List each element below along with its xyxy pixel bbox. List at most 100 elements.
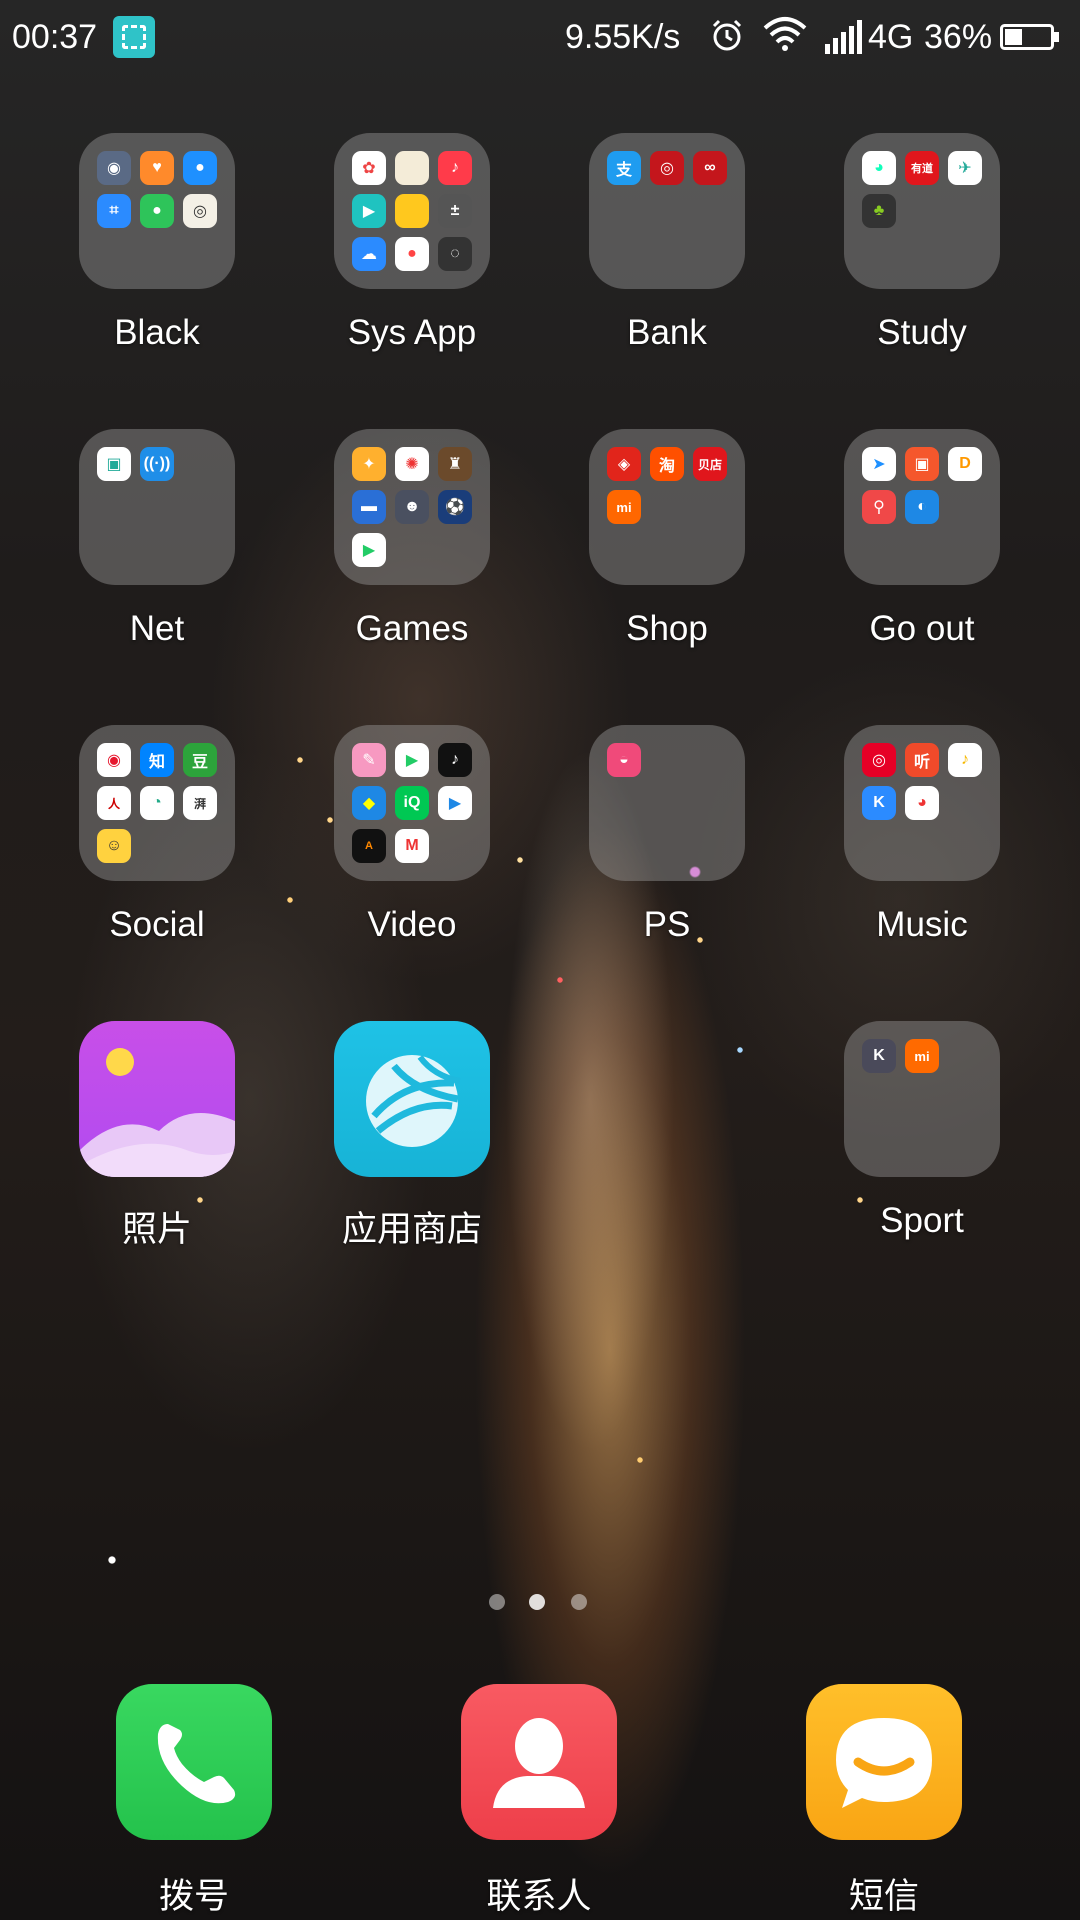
scan-icon: ⌗ bbox=[97, 194, 131, 228]
page-dot-active[interactable] bbox=[529, 1594, 545, 1610]
folder-go-out-preview: ➤ ▣ D ⚲ ◐ bbox=[844, 429, 1000, 585]
folder-music-preview: ◎ 听 ♪ K ◕ bbox=[844, 725, 1000, 881]
folder-bank-preview: 支 ◎ ∞ bbox=[589, 133, 745, 289]
qq-music-icon: ♪ bbox=[948, 743, 982, 777]
folder-games[interactable]: ✦ ✺ ♜ ▬ ☻ ⚽ ▶ Games bbox=[334, 429, 490, 648]
net-app-icon: ▣ bbox=[97, 447, 131, 481]
dock-label: 拨号 bbox=[158, 1877, 229, 1916]
microphone-icon: ● bbox=[140, 194, 174, 228]
folder-go-out[interactable]: ➤ ▣ D ⚲ ◐ Go out bbox=[844, 429, 1000, 648]
bank-icon: ◎ bbox=[650, 151, 684, 185]
folder-label: Games bbox=[355, 609, 469, 648]
folder-social[interactable]: ◉ 知 豆 人 ◔ 湃 ☺ Social bbox=[79, 725, 235, 944]
gamepad-icon: ✦ bbox=[352, 447, 386, 481]
jd-icon: ◈ bbox=[607, 447, 641, 481]
ctrip-icon: ◐ bbox=[905, 490, 939, 524]
gallery-icon: ✿ bbox=[352, 151, 386, 185]
folder-label: Music bbox=[876, 905, 968, 944]
app-label: 应用商店 bbox=[341, 1210, 482, 1249]
folder-video[interactable]: ✎ ▶ ♪ ◆ iQ ▶ A M Video bbox=[334, 725, 490, 944]
dock-phone[interactable]: 拨号 bbox=[116, 1684, 272, 1916]
folder-ps-preview: ◒ bbox=[589, 725, 745, 881]
navigation-icon: ➤ bbox=[862, 447, 896, 481]
folder-sys-app-preview: ✿ ♪ ▶ ± ☁ ● ◌ bbox=[334, 133, 490, 289]
acfun-icon: A bbox=[352, 829, 386, 863]
taobao-icon: 淘 bbox=[650, 447, 684, 481]
folder-icon bbox=[395, 194, 429, 228]
network-type: 4G bbox=[868, 18, 914, 56]
messages-icon bbox=[806, 1684, 962, 1840]
car-game-icon: ▬ bbox=[352, 490, 386, 524]
video-app-icon: M bbox=[395, 829, 429, 863]
ps-app-icon: ◒ bbox=[607, 743, 641, 777]
folder-games-preview: ✦ ✺ ♜ ▬ ☻ ⚽ ▶ bbox=[334, 429, 490, 585]
folder-study[interactable]: ◕ 有道 ✈ ♣ Study bbox=[844, 133, 1000, 352]
page-indicator[interactable] bbox=[489, 1594, 589, 1614]
app-photos[interactable]: 照片 bbox=[79, 1021, 235, 1249]
folder-net[interactable]: ▣ ((·)) Net bbox=[79, 429, 235, 648]
folder-shop-preview: ◈ 淘 贝店 mi bbox=[589, 429, 745, 585]
folder-study-preview: ◕ 有道 ✈ ♣ bbox=[844, 133, 1000, 289]
folder-label: Sys App bbox=[347, 313, 477, 352]
status-bar: 00:37 9.55K/s 4G 36% bbox=[0, 0, 1080, 76]
people-daily-icon: 人 bbox=[97, 786, 131, 820]
signal-icon bbox=[825, 20, 862, 54]
book-icon: ✈ bbox=[948, 151, 982, 185]
youdao-icon: 有道 bbox=[905, 151, 939, 185]
owl-icon: ◕ bbox=[862, 151, 896, 185]
folder-ps[interactable]: ◒ PS bbox=[589, 725, 745, 944]
tencent-video-icon: ▶ bbox=[438, 786, 472, 820]
folder-sport[interactable]: K mi Sport bbox=[844, 1021, 1000, 1240]
folder-label: Black bbox=[114, 313, 200, 352]
camera-icon: ◎ bbox=[183, 194, 217, 228]
hotspot-icon: ((·)) bbox=[140, 447, 174, 481]
map-pin-icon: ● bbox=[183, 151, 217, 185]
weidian-icon: 贝店 bbox=[693, 447, 727, 481]
folder-label: Bank bbox=[627, 313, 707, 352]
screenshot-icon bbox=[113, 16, 155, 58]
game-icon: ♜ bbox=[438, 447, 472, 481]
page-dot[interactable] bbox=[571, 1594, 587, 1610]
fifa-icon: ⚽ bbox=[438, 490, 472, 524]
wifi-icon bbox=[763, 17, 807, 51]
folder-sys-app[interactable]: ✿ ♪ ▶ ± ☁ ● ◌ Sys App bbox=[334, 133, 490, 352]
folder-sport-preview: K mi bbox=[844, 1021, 1000, 1177]
folder-label: Net bbox=[129, 609, 185, 648]
folder-black[interactable]: ◉ ♥ ● ⌗ ● ◎ Black bbox=[79, 133, 235, 352]
folder-net-preview: ▣ ((·)) bbox=[79, 429, 235, 585]
dock-label: 短信 bbox=[848, 1877, 919, 1916]
game-icon: ☺ bbox=[97, 829, 131, 863]
didi-icon: D bbox=[948, 447, 982, 481]
mi-fit-icon: mi bbox=[905, 1039, 939, 1073]
dock-label: 联系人 bbox=[486, 1877, 592, 1916]
heart-icon: ♥ bbox=[140, 151, 174, 185]
folder-shop[interactable]: ◈ 淘 贝店 mi Shop bbox=[589, 429, 745, 648]
folder-label: Shop bbox=[626, 609, 708, 648]
folder-black-preview: ◉ ♥ ● ⌗ ● ◎ bbox=[79, 133, 235, 289]
bike-icon: ⚲ bbox=[862, 490, 896, 524]
play-store-icon: ▶ bbox=[352, 533, 386, 567]
game-icon: ☻ bbox=[395, 490, 429, 524]
bank-icon: ∞ bbox=[693, 151, 727, 185]
compass-icon: ◌ bbox=[438, 237, 472, 271]
listen-icon: 听 bbox=[905, 743, 939, 777]
photos-icon bbox=[79, 1021, 235, 1177]
dock-contacts[interactable]: 联系人 bbox=[461, 1684, 617, 1916]
app-store-icon bbox=[334, 1021, 490, 1177]
kugou-icon: K bbox=[862, 786, 896, 820]
dock-messages[interactable]: 短信 bbox=[806, 1684, 962, 1916]
settings-icon: ◉ bbox=[97, 151, 131, 185]
app-store[interactable]: 应用商店 bbox=[334, 1021, 490, 1249]
douban-icon: 豆 bbox=[183, 743, 217, 777]
news-icon: 湃 bbox=[183, 786, 217, 820]
netease-music-icon: ◎ bbox=[862, 743, 896, 777]
bus-icon: ▣ bbox=[905, 447, 939, 481]
notes-icon bbox=[395, 151, 429, 185]
page-dot[interactable] bbox=[489, 1594, 505, 1610]
folder-bank[interactable]: 支 ◎ ∞ Bank bbox=[589, 133, 745, 352]
mi-shop-icon: mi bbox=[607, 490, 641, 524]
folder-label: PS bbox=[643, 905, 691, 944]
folder-music[interactable]: ◎ 听 ♪ K ◕ Music bbox=[844, 725, 1000, 944]
contacts-icon bbox=[461, 1684, 617, 1840]
video-icon: ▶ bbox=[352, 194, 386, 228]
